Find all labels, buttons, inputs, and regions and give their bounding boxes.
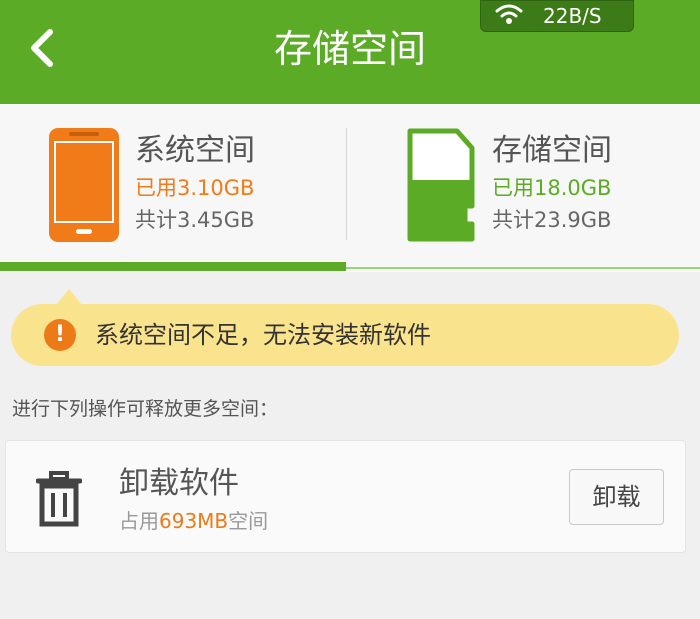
card-divider	[346, 128, 347, 240]
action-sub-value: 693MB	[159, 509, 229, 533]
warning-banner: ! 系统空间不足，无法安装新软件	[11, 304, 679, 366]
uninstall-apps-card[interactable]: 卸载软件 占用693MB空间 卸载	[5, 440, 686, 553]
network-speed: 22B/S	[543, 4, 602, 28]
warning-text: 系统空间不足，无法安装新软件	[95, 321, 431, 349]
storage-summary: 系统空间 已用3.10GB 共计3.45GB 存储空间 已用18.0GB 共计2…	[0, 104, 700, 272]
action-title: 卸载软件	[119, 466, 239, 501]
action-sub-suffix: 空间	[228, 509, 269, 533]
system-storage-name[interactable]: 系统空间	[135, 132, 255, 170]
action-subtitle: 占用693MB空间	[119, 507, 268, 535]
sd-storage-name[interactable]: 存储空间	[492, 132, 612, 170]
app-header: 存储空间 22B/S	[0, 0, 700, 104]
action-sub-prefix: 占用	[119, 509, 159, 533]
trash-icon	[36, 471, 82, 527]
tab-indicator	[0, 262, 700, 272]
status-bar: 22B/S	[480, 0, 634, 32]
phone-icon[interactable]	[49, 128, 119, 242]
sd-storage-used: 已用18.0GB	[492, 176, 612, 200]
system-storage-total: 共计3.45GB	[135, 208, 255, 232]
exclamation-icon: !	[44, 319, 76, 351]
system-storage-used: 已用3.10GB	[135, 176, 255, 200]
sd-storage-total: 共计23.9GB	[492, 208, 612, 232]
hint-text: 进行下列操作可释放更多空间：	[12, 398, 279, 420]
wifi-icon	[495, 4, 523, 24]
uninstall-button[interactable]: 卸载	[569, 469, 664, 525]
warning-pointer	[56, 289, 82, 305]
tab-inactive-line	[346, 267, 700, 269]
tab-active-indicator	[0, 262, 346, 271]
sd-card-icon[interactable]	[407, 128, 475, 242]
